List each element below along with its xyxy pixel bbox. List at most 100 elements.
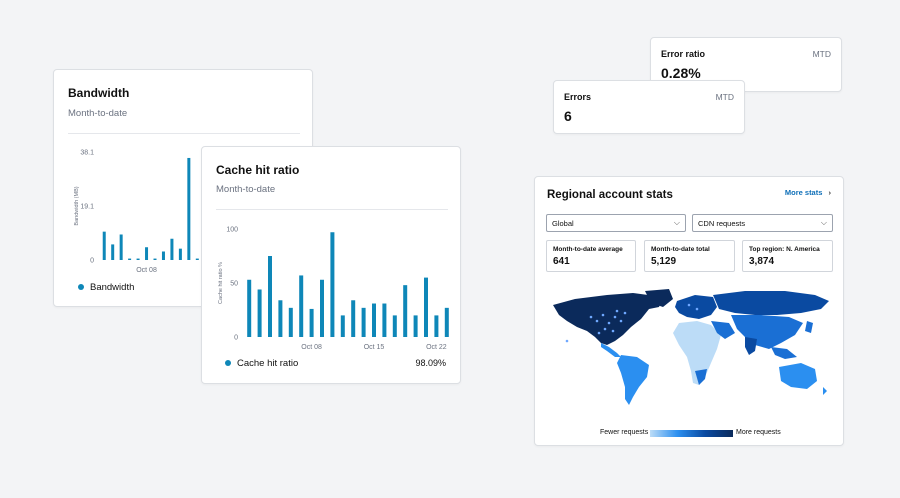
error-ratio-value: 0.28% xyxy=(661,65,701,81)
cache-hit-divider xyxy=(216,209,448,210)
bar xyxy=(102,231,106,260)
bandwidth-title: Bandwidth xyxy=(68,86,130,100)
bar xyxy=(278,300,283,337)
bar xyxy=(382,303,387,337)
x-tick-label: Oct 22 xyxy=(426,344,447,351)
world-map xyxy=(553,289,829,405)
bar xyxy=(444,307,449,337)
scale-low-label: Fewer requests xyxy=(600,429,649,436)
bar xyxy=(320,279,324,337)
errors-value: 6 xyxy=(564,108,572,124)
bandwidth-legend-dot xyxy=(78,284,84,291)
bar xyxy=(247,279,252,337)
bandwidth-legend: Bandwidth xyxy=(78,282,134,293)
cache-hit-legend: Cache hit ratio xyxy=(225,358,298,369)
stat-mtd-average: Month-to-date average 641 xyxy=(546,240,636,272)
stat-mtd-total: Month-to-date total 5,129 xyxy=(644,240,735,272)
y-tick-label: 50 xyxy=(230,281,238,288)
south-america-region[interactable] xyxy=(617,355,649,405)
bar xyxy=(111,244,115,260)
error-ratio-title: Error ratio xyxy=(661,49,706,59)
bar xyxy=(268,256,272,337)
errors-title: Errors xyxy=(564,92,592,102)
north-america-region[interactable] xyxy=(553,293,663,345)
bar xyxy=(361,307,366,337)
y-tick-label: 38.1 xyxy=(80,150,94,157)
y-tick-label: 100 xyxy=(226,227,238,234)
cache-hit-legend-label: Cache hit ratio xyxy=(237,358,299,369)
asia-region[interactable] xyxy=(731,315,803,349)
more-stats-label: More stats xyxy=(784,188,823,197)
y-tick-label: 0 xyxy=(90,258,94,265)
bar xyxy=(340,315,345,337)
regional-stats-title: Regional account stats xyxy=(547,189,673,201)
regional-stats-card: Regional account stats More stats › Glob… xyxy=(534,176,844,446)
scale-high-label: More requests xyxy=(736,429,781,436)
cache-hit-title: Cache hit ratio xyxy=(216,163,300,177)
x-tick-label: Oct 15 xyxy=(364,344,385,351)
bar xyxy=(403,285,408,337)
region-select[interactable]: Global ⌵ xyxy=(546,214,686,232)
stat-top-region: Top region: N. America 3,874 xyxy=(742,240,833,272)
chevron-down-icon: ⌵ xyxy=(820,218,827,227)
cache-hit-chart: Cache hit ratio % 100 50 0 Oct 08 Oct 15 Oct 2… xyxy=(218,227,449,351)
new-zealand-region[interactable] xyxy=(823,387,827,395)
bar xyxy=(372,303,376,337)
cache-hit-subtitle: Month-to-date xyxy=(216,184,276,195)
bar xyxy=(170,238,174,260)
bar xyxy=(288,307,293,337)
bar xyxy=(309,308,314,337)
cache-hit-card: Cache hit ratio Month-to-date Cache hit … xyxy=(201,146,461,384)
bar xyxy=(161,251,165,260)
errors-card: Errors MTD 6 xyxy=(553,80,745,134)
metric-select[interactable]: CDN requests ⌵ xyxy=(692,214,833,232)
bar xyxy=(136,258,140,260)
x-tick-label: Oct 08 xyxy=(136,267,157,272)
x-tick-label: Oct 08 xyxy=(301,344,322,351)
bar xyxy=(195,258,199,260)
color-scale-bar xyxy=(650,430,733,437)
bar xyxy=(434,315,439,337)
chevron-right-icon: › xyxy=(828,188,832,197)
bar xyxy=(351,300,356,337)
bar xyxy=(392,315,397,337)
bar xyxy=(424,277,428,337)
chevron-down-icon: ⌵ xyxy=(673,218,680,227)
central-america-region[interactable] xyxy=(601,343,621,357)
bandwidth-chart: Bandwidth (MB) 38.1 19.1 0 Oct 08 xyxy=(74,150,208,272)
japan-region[interactable] xyxy=(805,321,813,333)
bar xyxy=(178,248,182,260)
stat-value: 3,874 xyxy=(749,256,775,267)
cache-hit-legend-value: 98.09% xyxy=(415,358,446,368)
southeast-asia-region[interactable] xyxy=(771,347,797,359)
y-tick-label: 19.1 xyxy=(80,204,94,211)
stat-label: Month-to-date total xyxy=(651,246,710,253)
stat-value: 5,129 xyxy=(651,256,677,267)
europe-region[interactable] xyxy=(675,295,717,319)
australia-region[interactable] xyxy=(779,363,817,389)
india-region[interactable] xyxy=(745,337,757,355)
bar xyxy=(330,232,335,337)
bandwidth-divider xyxy=(68,133,300,134)
bar xyxy=(119,234,123,260)
stat-value: 641 xyxy=(553,256,570,267)
bandwidth-subtitle: Month-to-date xyxy=(68,108,128,119)
bandwidth-legend-label: Bandwidth xyxy=(90,282,135,293)
metric-select-value: CDN requests xyxy=(698,219,746,228)
y-tick-label: 0 xyxy=(234,335,238,342)
bar xyxy=(128,258,132,260)
region-select-value: Global xyxy=(552,219,574,228)
bar xyxy=(257,289,262,337)
stat-label: Month-to-date average xyxy=(553,246,623,253)
error-ratio-period: MTD xyxy=(812,49,831,59)
errors-period: MTD xyxy=(715,92,734,102)
bar xyxy=(145,247,149,260)
bar xyxy=(187,157,191,260)
bar xyxy=(299,275,304,337)
more-stats-link[interactable]: More stats › xyxy=(785,188,831,197)
cache-hit-legend-dot xyxy=(225,360,231,367)
stat-label: Top region: N. America xyxy=(749,246,820,253)
y-axis-label: Cache hit ratio % xyxy=(218,262,224,304)
y-axis-label: Bandwidth (MB) xyxy=(74,186,80,225)
russia-region[interactable] xyxy=(713,291,829,315)
